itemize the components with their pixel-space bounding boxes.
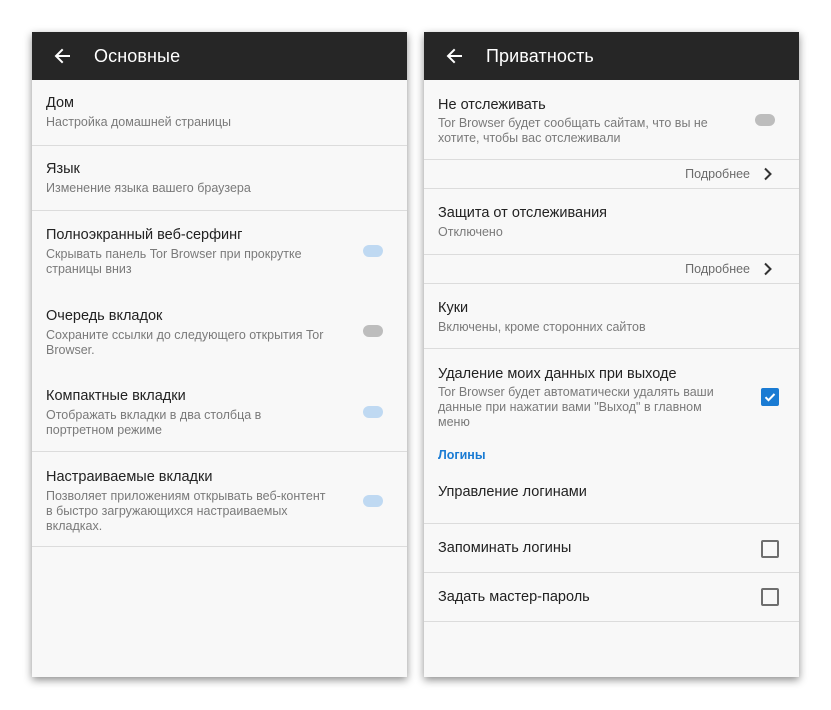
pref-title: Настраиваемые вкладки	[46, 469, 213, 485]
pref-summary-line2: хотите, чтобы вас отслеживали	[438, 131, 621, 145]
pref-title: Полноэкранный веб-серфинг	[46, 227, 243, 243]
learn-more-link[interactable]: Подробнее	[424, 160, 799, 189]
do-not-track-toggle-switch[interactable]	[755, 114, 775, 126]
pref-title: Дом	[46, 95, 75, 111]
learn-more-label: Подробнее	[685, 262, 750, 276]
pref-summary-line2: данные при нажатии вами "Выход" в главно…	[438, 400, 702, 414]
pref-title: Защита от отслеживания	[438, 205, 608, 221]
learn-more-label: Подробнее	[685, 167, 750, 181]
logins-section-header: Логины	[424, 447, 799, 477]
pref-title: Не отслеживать	[438, 97, 546, 113]
pref-summary: Включены, кроме сторонних сайтов	[438, 320, 646, 334]
pref-compact-tabs[interactable]: Компактные вкладки Отображать вкладки в …	[32, 371, 407, 451]
back-arrow-icon	[54, 48, 70, 64]
pref-tab-queue[interactable]: Очередь вкладок Сохраните ссылки до след…	[32, 291, 407, 371]
checkmark-icon	[764, 393, 776, 402]
toolbar: Приватность	[424, 32, 799, 80]
pref-title: Задать мастер-пароль	[438, 589, 590, 605]
learn-more-link[interactable]: Подробнее	[424, 255, 799, 284]
pref-summary: Отключено	[438, 225, 503, 239]
pref-remember-logins[interactable]: Запоминать логины	[424, 524, 799, 573]
toolbar: Основные	[32, 32, 407, 80]
chevron-right-icon	[764, 262, 772, 276]
pref-manage-logins[interactable]: Управление логинами	[424, 477, 799, 524]
toolbar-title: Основные	[94, 45, 181, 66]
pref-summary-line1: Скрывать панель Tor Browser при прокрутк…	[46, 247, 302, 261]
pref-summary-line1: Tor Browser будет автоматически удалять …	[438, 385, 714, 399]
pref-summary-line3: меню	[438, 415, 470, 429]
pref-do-not-track[interactable]: Не отслеживать Tor Browser будет сообщат…	[424, 80, 799, 160]
pref-summary-line2: портретном режиме	[46, 423, 162, 437]
privacy-settings-panel: Приватность Не отслеживать Tor Browser б…	[424, 32, 799, 677]
pref-summary-line1: Tor Browser будет сообщать сайтам, что в…	[438, 116, 708, 130]
fullscreen-toggle-switch[interactable]	[363, 245, 383, 257]
section-label: Логины	[438, 448, 486, 462]
pref-title: Компактные вкладки	[46, 388, 186, 404]
pref-title: Очередь вкладок	[46, 308, 163, 324]
pref-cookies[interactable]: Куки Включены, кроме сторонних сайтов	[424, 284, 799, 349]
pref-master-password[interactable]: Задать мастер-пароль	[424, 573, 799, 622]
pref-summary-line1: Позволяет приложениям открывать веб-конт…	[46, 489, 326, 503]
clear-on-exit-checkbox[interactable]	[761, 388, 779, 406]
pref-summary-line2: Browser.	[46, 343, 95, 357]
pref-summary: Настройка домашней страницы	[46, 115, 232, 129]
compact-tabs-toggle-switch[interactable]	[363, 406, 383, 418]
pref-title: Куки	[438, 300, 469, 316]
chevron-right-icon	[764, 167, 772, 181]
pref-tracking-protection[interactable]: Защита от отслеживания Отключено	[424, 189, 799, 255]
master-password-checkbox[interactable]	[761, 588, 779, 606]
general-settings-panel: Основные Дом Настройка домашней страницы…	[32, 32, 407, 677]
pref-fullscreen-browsing[interactable]: Полноэкранный веб-серфинг Скрывать панел…	[32, 211, 407, 291]
toolbar-title: Приватность	[486, 45, 594, 66]
pref-title: Язык	[46, 161, 80, 177]
back-arrow-icon	[446, 48, 462, 64]
pref-home[interactable]: Дом Настройка домашней страницы	[32, 80, 407, 146]
pref-summary-line3: вкладках.	[46, 519, 103, 533]
pref-title: Запоминать логины	[438, 540, 572, 556]
pref-summary-line2: страницы вниз	[46, 262, 132, 276]
toggle-group: Полноэкранный веб-серфинг Скрывать панел…	[32, 211, 407, 452]
tab-queue-toggle-switch[interactable]	[363, 325, 383, 337]
pref-summary: Изменение языка вашего браузера	[46, 181, 251, 195]
pref-clear-on-exit[interactable]: Удаление моих данных при выходе Tor Brow…	[424, 349, 799, 447]
pref-language[interactable]: Язык Изменение языка вашего браузера	[32, 146, 407, 211]
pref-custom-tabs[interactable]: Настраиваемые вкладки Позволяет приложен…	[32, 452, 407, 547]
custom-tabs-toggle-switch[interactable]	[363, 495, 383, 507]
back-button[interactable]	[42, 32, 82, 80]
pref-title: Управление логинами	[438, 484, 587, 500]
pref-title: Удаление моих данных при выходе	[438, 366, 677, 382]
pref-summary-line1: Сохраните ссылки до следующего открытия …	[46, 328, 324, 342]
back-button[interactable]	[434, 32, 474, 80]
pref-summary-line1: Отображать вкладки в два столбца в	[46, 408, 262, 422]
remember-logins-checkbox[interactable]	[761, 540, 779, 558]
pref-summary-line2: в быстро загружающихся настраиваемых	[46, 504, 288, 518]
